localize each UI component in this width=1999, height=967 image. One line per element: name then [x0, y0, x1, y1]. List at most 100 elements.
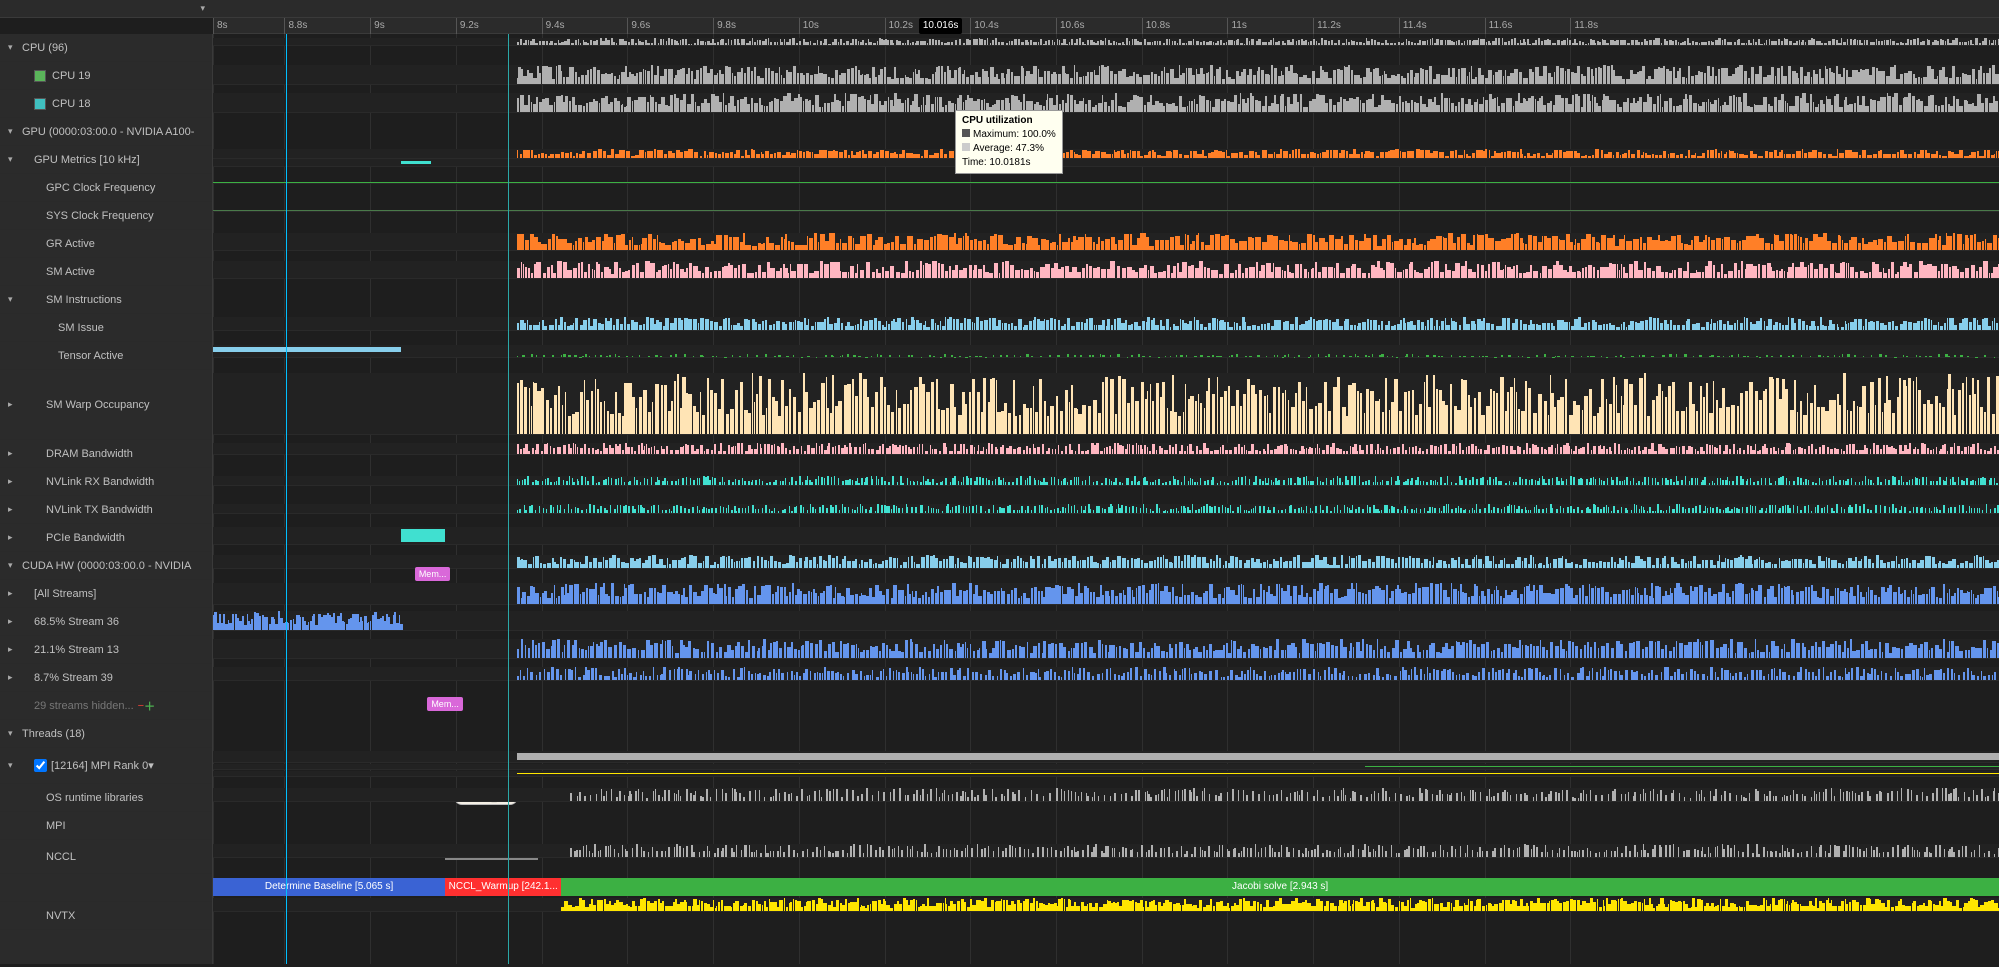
timeline-lane[interactable] [213, 373, 1999, 435]
timeline-view[interactable]: Mem...Mem...pthread_joinncclGroupEnd [23… [213, 34, 1999, 964]
tree-row[interactable]: ▸NVLink RX Bandwidth [0, 468, 212, 496]
ruler-tick: 11.2s [1313, 18, 1341, 34]
tree-row[interactable]: ▸ [All Streams] [0, 580, 212, 608]
nvtx-baseline[interactable]: Determine Baseline [5.065 s] [213, 878, 445, 896]
timeline-lane[interactable] [213, 38, 1999, 46]
tree-row[interactable]: SM Active [0, 258, 212, 286]
timeline-lane[interactable] [213, 159, 1999, 167]
tree-row[interactable]: GR Active [0, 230, 212, 258]
tree-row[interactable]: NCCL [0, 840, 212, 874]
tree-row[interactable]: ▸PCIe Bandwidth [0, 524, 212, 552]
timeline-lane[interactable] [213, 261, 1999, 279]
timeline-lane[interactable] [213, 182, 1999, 184]
timeline-lane[interactable] [213, 844, 1999, 858]
collapse-icon[interactable]: ▾ [8, 560, 18, 571]
timeline-lane[interactable] [213, 233, 1999, 251]
collapse-icon[interactable]: ▾ [8, 294, 18, 305]
nvtx-warmup[interactable]: NCCL_Warmup [242.1... [445, 878, 561, 896]
tree-row[interactable]: ▾Threads (18) [0, 720, 212, 748]
timeline-lane[interactable] [213, 751, 1999, 763]
collapse-icon[interactable]: ▾ [8, 728, 18, 739]
tree-row[interactable]: ▸8.7% Stream 39 [0, 664, 212, 692]
tree-row[interactable]: CPU 18 [0, 90, 212, 118]
expand-icon[interactable]: ▸ [8, 448, 18, 459]
gridline [370, 34, 371, 964]
gridline [213, 34, 214, 964]
row-label: MPI [46, 820, 66, 832]
tree-row[interactable]: CPU 19 [0, 62, 212, 90]
expand-icon[interactable]: ▸ [8, 616, 18, 627]
timeline-lane[interactable] [213, 639, 1999, 659]
timeline-lane[interactable] [213, 476, 1999, 486]
timeline-lane[interactable] [213, 317, 1999, 331]
row-label: SM Warp Occupancy [46, 399, 150, 411]
expand-icon[interactable]: ▸ [8, 476, 18, 487]
ruler-tick: 9.4s [542, 18, 565, 34]
tree-row[interactable]: Tensor Active [0, 342, 212, 370]
timeline-lane[interactable] [213, 527, 1999, 545]
timeline-lane[interactable] [213, 210, 1999, 212]
ruler-tick: 9.8s [713, 18, 736, 34]
mem-tag[interactable]: Mem... [415, 567, 451, 581]
expand-icon[interactable]: ▸ [8, 399, 18, 410]
tree-row[interactable]: ▸ 68.5% Stream 36 [0, 608, 212, 636]
expand-icon[interactable]: ▸ [8, 644, 18, 655]
tree-row[interactable]: 29 streams hidden...− ＋ [0, 692, 212, 720]
timeline-lane[interactable] [213, 667, 1999, 681]
row-label: [All Streams] [34, 588, 96, 600]
timeline-lane[interactable] [213, 788, 1999, 802]
menu-icon[interactable]: ▾ [148, 759, 154, 772]
collapse-icon[interactable]: ▾ [8, 154, 18, 165]
mem-tag[interactable]: Mem... [427, 697, 463, 711]
tree-row[interactable]: ▸21.1% Stream 13 [0, 636, 212, 664]
expand-icon[interactable]: ▸ [8, 588, 18, 599]
collapse-icon[interactable]: ▾ [8, 760, 18, 771]
tree-row[interactable]: ▾ GPU (0000:03:00.0 - NVIDIA A100- [0, 118, 212, 146]
timeline-lane[interactable] [213, 93, 1999, 113]
row-checkbox[interactable] [34, 759, 47, 772]
tree-row[interactable]: SM Issue [0, 314, 212, 342]
tree-row[interactable]: SYS Clock Frequency [0, 202, 212, 230]
timeline-lane[interactable] [213, 443, 1999, 455]
timeline-lane[interactable] [213, 583, 1999, 605]
time-marker[interactable]: 10.016s [919, 18, 963, 34]
timeline-lane[interactable] [213, 771, 1999, 777]
time-ruler[interactable]: 8s8.8s9s9.2s9.4s9.6s9.8s10s10.2s10.4s10.… [213, 18, 1999, 34]
collapse-icon[interactable]: ▾ [8, 42, 18, 53]
row-label: GPU (0000:03:00.0 - NVIDIA A100- [22, 126, 194, 138]
tree-row[interactable]: MPI [0, 812, 212, 840]
expand-icon[interactable]: ▸ [8, 504, 18, 515]
tree-row[interactable]: OS runtime libraries [0, 784, 212, 812]
tree-row[interactable]: ▸ SM Warp Occupancy [0, 370, 212, 440]
collapse-icon[interactable]: ▾ [8, 126, 18, 137]
menu-dropdown-icon[interactable]: ▾ [200, 3, 205, 14]
playhead-cursor-secondary[interactable] [508, 34, 509, 964]
tree-row[interactable]: ▾CUDA HW (0000:03:00.0 - NVIDIA [0, 552, 212, 580]
tree-row[interactable]: GPC Clock Frequency [0, 174, 212, 202]
timeline-lane[interactable] [213, 764, 1999, 770]
expand-icon[interactable]: ▸ [8, 672, 18, 683]
tree-row[interactable]: ▸DRAM Bandwidth [0, 440, 212, 468]
tree-row[interactable]: ▸NVLink TX Bandwidth [0, 496, 212, 524]
playhead-cursor[interactable] [286, 34, 287, 964]
tree-row[interactable]: NVTX [0, 902, 212, 930]
top-controls: ▾ [0, 3, 213, 14]
row-label: 68.5% Stream 36 [34, 616, 119, 628]
nvtx-solve[interactable]: Jacobi solve [2.943 s] [561, 878, 1999, 896]
expand-icon[interactable]: ▸ [8, 532, 18, 543]
tree-row[interactable]: ▾CPU (96) [0, 34, 212, 62]
tree-row[interactable]: ▾[12164] MPI Rank 0 ▾ [0, 748, 212, 784]
timeline-lane[interactable] [213, 65, 1999, 85]
row-label: CPU 18 [52, 98, 91, 110]
timeline-lane[interactable] [213, 898, 1999, 912]
tree-row[interactable]: ▾GPU Metrics [10 kHz] [0, 146, 212, 174]
tree-row[interactable]: ▾SM Instructions [0, 286, 212, 314]
timeline-lane[interactable] [213, 149, 1999, 159]
timeline-lane[interactable] [213, 504, 1999, 514]
timeline-lane[interactable] [213, 611, 1999, 631]
plus-icon[interactable]: ＋ [144, 698, 155, 714]
tree-row[interactable] [0, 874, 212, 902]
timeline-lane[interactable] [213, 354, 1999, 358]
timeline-lane[interactable] [213, 555, 1999, 569]
row-label: [12164] MPI Rank 0 [51, 760, 148, 772]
